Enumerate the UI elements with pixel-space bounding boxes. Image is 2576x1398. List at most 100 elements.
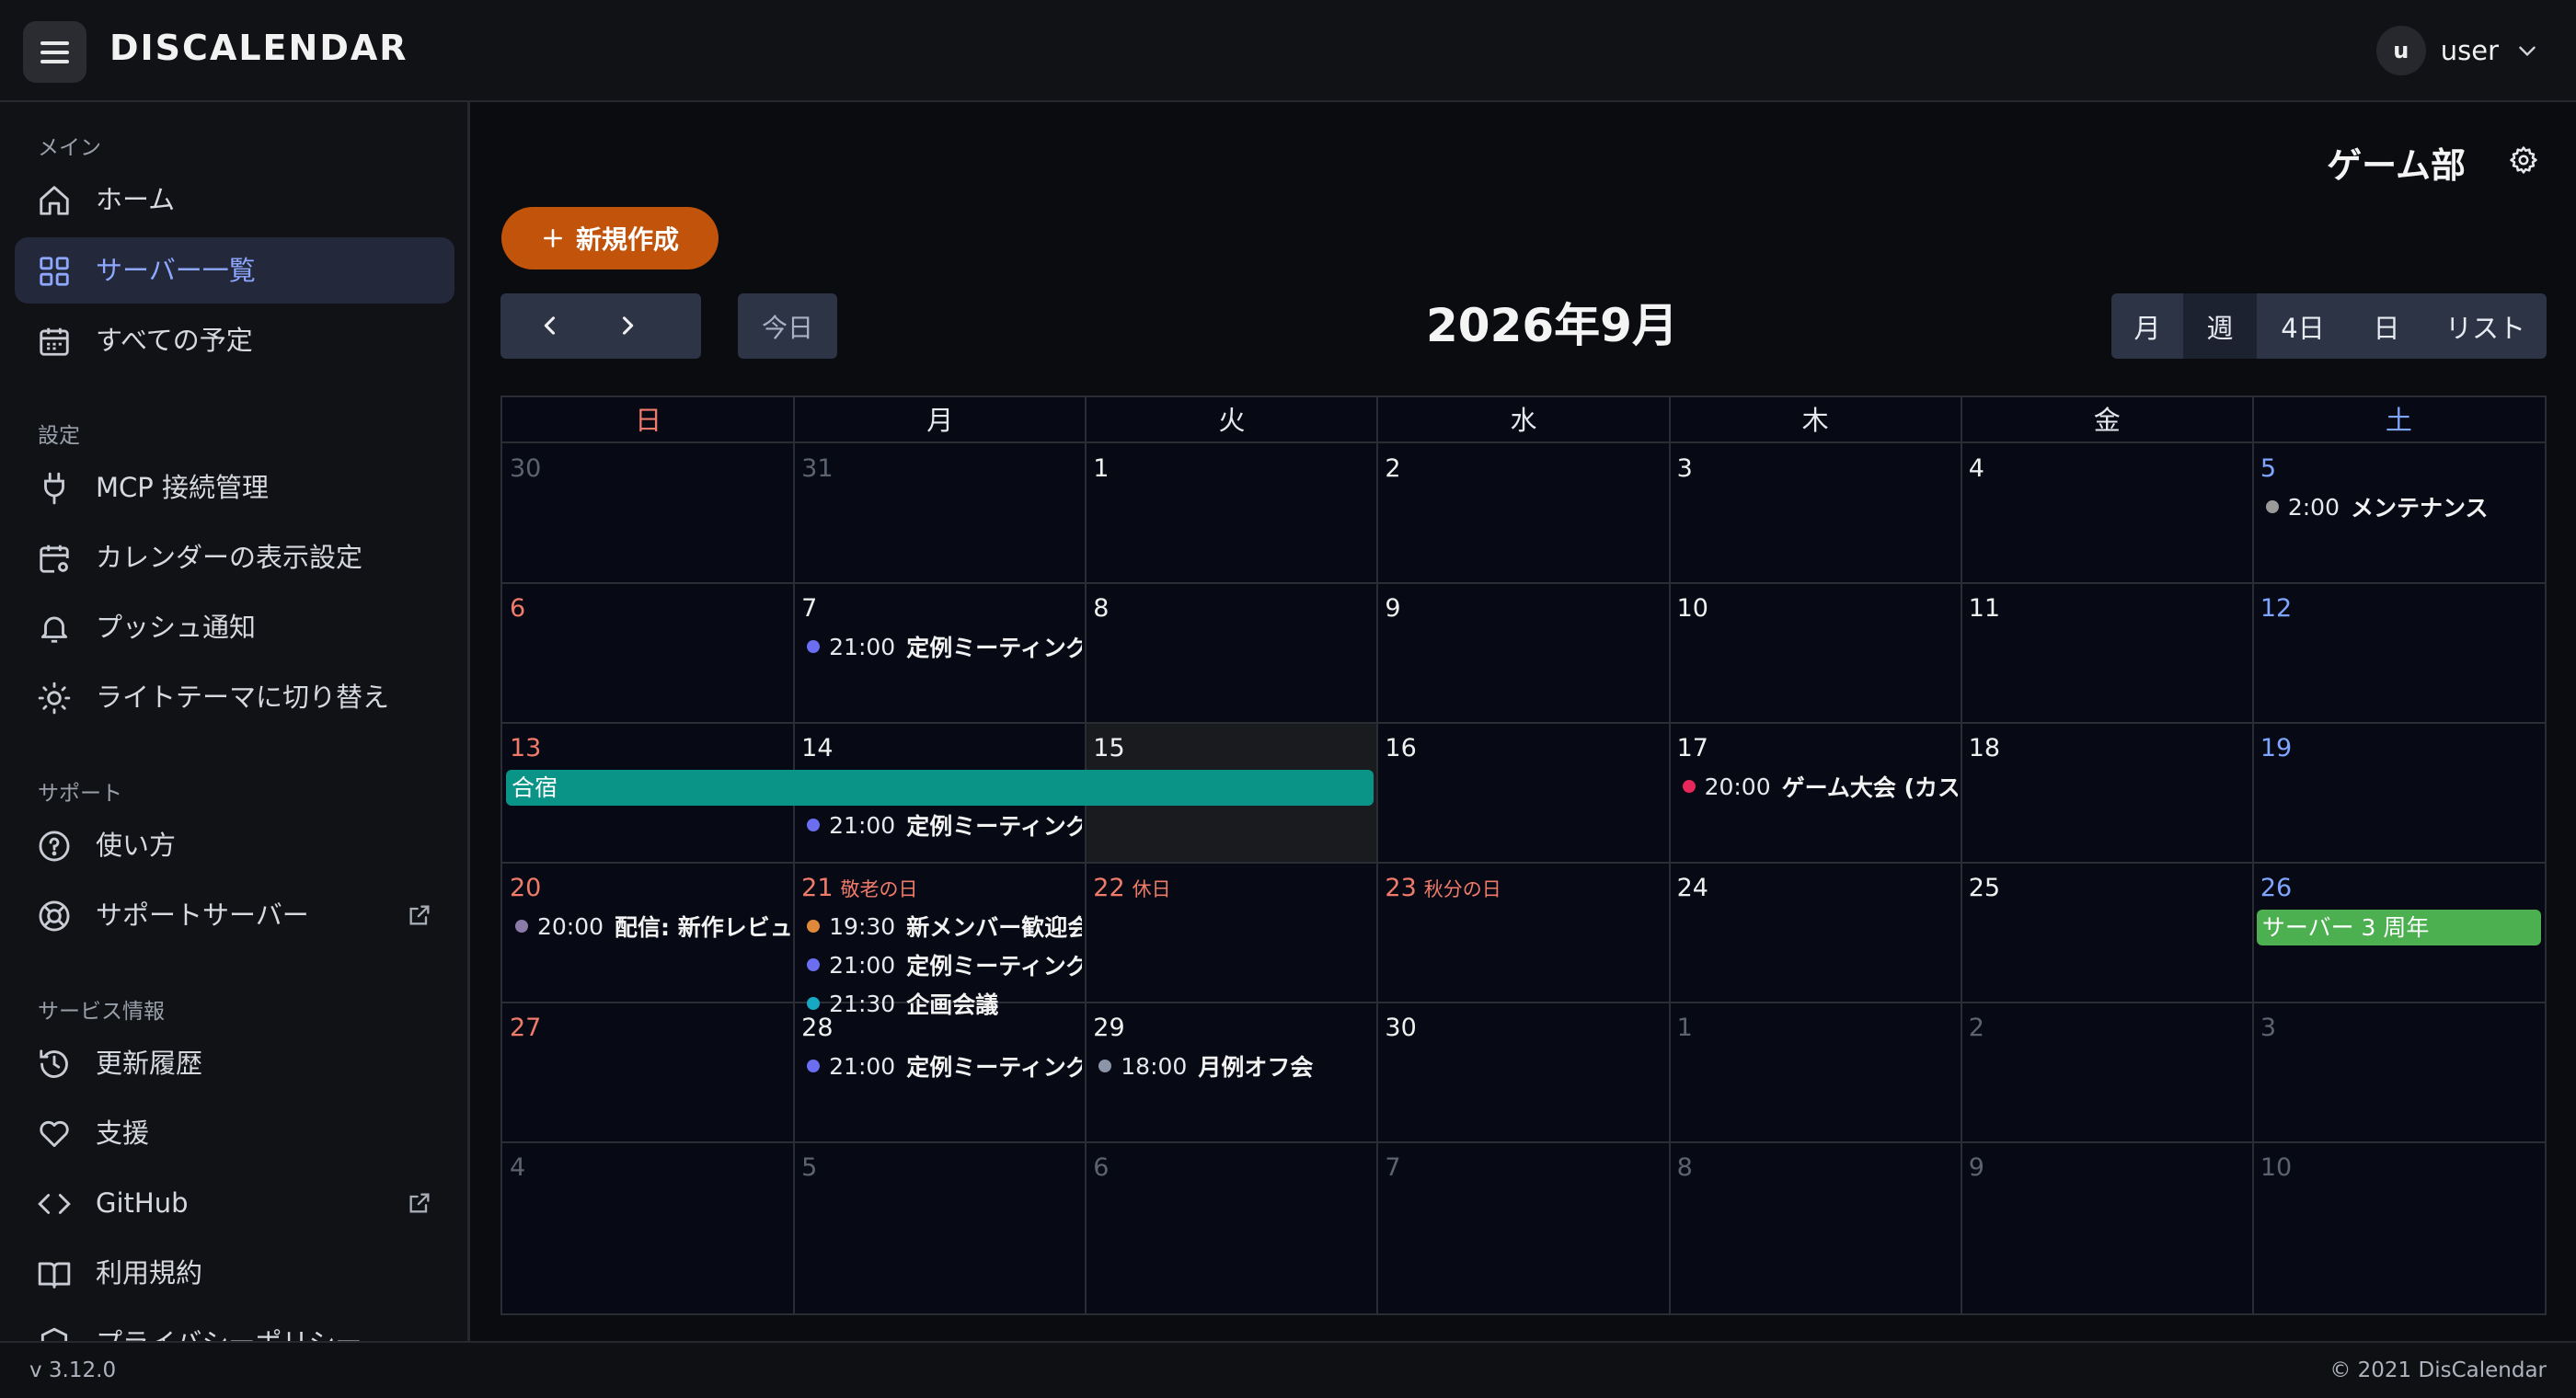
day-number[interactable]: 22 休日 [1093, 872, 1170, 906]
event-title: 配信: 新作レビュー [615, 914, 791, 941]
day-number[interactable]: 9 [1969, 1152, 1984, 1185]
app-header: DISCALENDAR u user [0, 0, 2576, 102]
calendar-event[interactable]: 19:30 新メンバー歓迎会 [807, 911, 1082, 942]
day-number-text: 30 [1385, 1014, 1417, 1042]
day-number[interactable]: 30 [510, 453, 541, 486]
day-number[interactable]: 30 [1385, 1012, 1416, 1045]
sidebar-item-github[interactable]: GitHub [15, 1170, 454, 1236]
day-number[interactable]: 2 [1385, 453, 1400, 486]
day-number[interactable]: 17 [1677, 732, 1708, 765]
day-number-text: 29 [1093, 1014, 1125, 1042]
day-number-text: 8 [1093, 594, 1110, 623]
view-4day-button[interactable]: 4日 [2257, 293, 2349, 359]
day-number[interactable]: 31 [801, 453, 833, 486]
day-number[interactable]: 2 [1969, 1012, 1984, 1045]
allday-event[interactable]: サーバー 3 周年 [2256, 910, 2541, 945]
event-time: 19:30 [829, 912, 896, 940]
day-number[interactable]: 24 [1677, 872, 1708, 905]
grid-divider [2251, 397, 2254, 1313]
day-number[interactable]: 8 [1677, 1152, 1693, 1185]
day-number[interactable]: 18 [1969, 732, 2000, 765]
new-event-label: 新規作成 [575, 224, 679, 255]
sidebar-item-calendar-settings[interactable]: カレンダーの表示設定 [15, 524, 454, 590]
day-number[interactable]: 19 [2260, 732, 2292, 765]
sidebar-item-theme-toggle[interactable]: ライトテーマに切り替え [15, 664, 454, 730]
day-number[interactable]: 9 [1385, 592, 1400, 625]
view-list-button[interactable]: リスト [2424, 293, 2547, 359]
day-number[interactable]: 23 秋分の日 [1385, 872, 1501, 906]
day-number[interactable]: 25 [1969, 872, 2000, 905]
day-number-text: 31 [801, 454, 834, 483]
sidebar-item-home[interactable]: ホーム [15, 166, 454, 233]
day-number[interactable]: 5 [2260, 453, 2276, 486]
calendar-event[interactable]: 21:00 定例ミーティング [807, 631, 1082, 662]
day-number[interactable]: 26 [2260, 872, 2292, 905]
day-number[interactable]: 16 [1385, 732, 1416, 765]
day-number[interactable]: 29 [1093, 1012, 1124, 1045]
day-number[interactable]: 13 [510, 732, 541, 765]
help-icon [39, 831, 70, 862]
view-week-button[interactable]: 週 [2183, 293, 2257, 359]
calendar-event[interactable]: 18:00 月例オフ会 [1098, 1050, 1374, 1082]
day-number[interactable]: 10 [1677, 592, 1708, 625]
day-number-text: 19 [2260, 734, 2293, 762]
event-time: 21:00 [829, 811, 896, 839]
day-number[interactable]: 1 [1093, 453, 1109, 486]
day-number[interactable]: 7 [1385, 1152, 1400, 1185]
sidebar-item-all-events[interactable]: すべての予定 [15, 307, 454, 373]
new-event-button[interactable]: 新規作成 [501, 207, 719, 269]
day-number[interactable]: 7 [801, 592, 817, 625]
user-menu[interactable]: u user [2375, 25, 2539, 76]
sidebar-item-terms[interactable]: 利用規約 [15, 1240, 454, 1306]
calendar-event[interactable]: 21:30 企画会議 [807, 988, 1082, 1019]
sidebar-item-servers[interactable]: サーバー一覧 [15, 237, 454, 304]
day-number[interactable]: 21 敬老の日 [801, 872, 917, 906]
day-number[interactable]: 11 [1969, 592, 2000, 625]
day-number[interactable]: 20 [510, 872, 541, 905]
day-number[interactable]: 4 [510, 1152, 525, 1185]
calendar-event[interactable]: 21:00 定例ミーティング [807, 809, 1082, 841]
day-number[interactable]: 1 [1677, 1012, 1693, 1045]
menu-toggle-button[interactable] [23, 21, 86, 83]
sidebar-section-support: サポート [38, 782, 122, 806]
day-number[interactable]: 15 [1093, 732, 1124, 765]
sidebar-item-privacy[interactable]: プライバシーポリシー [15, 1310, 454, 1341]
day-number[interactable]: 6 [1093, 1152, 1109, 1185]
hamburger-icon [40, 41, 69, 45]
day-number-text: 2 [1385, 454, 1401, 483]
day-number[interactable]: 27 [510, 1012, 541, 1045]
calendar-event[interactable]: 21:00 定例ミーティング [807, 1050, 1082, 1082]
event-dot [1682, 780, 1696, 793]
app-logo[interactable]: DISCALENDAR [109, 26, 408, 70]
day-number[interactable]: 5 [801, 1152, 817, 1185]
event-time: 21:00 [829, 1052, 896, 1080]
gear-icon[interactable] [2508, 144, 2539, 176]
day-number-text: 10 [1676, 594, 1708, 623]
day-number[interactable]: 12 [2260, 592, 2292, 625]
sidebar-item-support-server[interactable]: サポートサーバー [15, 882, 454, 948]
sidebar-item-push-notifications[interactable]: プッシュ通知 [15, 594, 454, 660]
sidebar-item-mcp[interactable]: MCP 接続管理 [15, 454, 454, 521]
day-number[interactable]: 10 [2260, 1152, 2292, 1185]
day-number[interactable]: 4 [1969, 453, 1984, 486]
day-number[interactable]: 8 [1093, 592, 1109, 625]
sidebar-item-changelog[interactable]: 更新履歴 [15, 1030, 454, 1096]
day-number-text: 23 [1385, 874, 1417, 902]
view-month-button[interactable]: 月 [2111, 293, 2183, 359]
allday-event[interactable]: 合宿 [506, 770, 1374, 806]
calendar-event[interactable]: 20:00 ゲーム大会 (カスタム) [1682, 771, 1958, 802]
sidebar-item-donate[interactable]: 支援 [15, 1100, 454, 1166]
event-dot [1098, 1060, 1112, 1072]
day-number-text: 27 [510, 1014, 542, 1042]
day-number[interactable]: 6 [510, 592, 525, 625]
day-number[interactable]: 3 [2260, 1012, 2276, 1045]
calendar-event[interactable]: 20:00 配信: 新作レビュー [515, 911, 790, 942]
weekday-header: 日月火水木金土 [502, 397, 2545, 443]
calendar-event[interactable]: 21:00 定例ミーティング [807, 949, 1082, 980]
day-number[interactable]: 14 [801, 732, 833, 765]
view-day-button[interactable]: 日 [2349, 293, 2424, 359]
day-number-text: 17 [1676, 734, 1708, 762]
sidebar-item-how-to[interactable]: 使い方 [15, 812, 454, 878]
day-number[interactable]: 3 [1677, 453, 1693, 486]
calendar-event[interactable]: 2:00 メンテナンス [2265, 491, 2541, 522]
